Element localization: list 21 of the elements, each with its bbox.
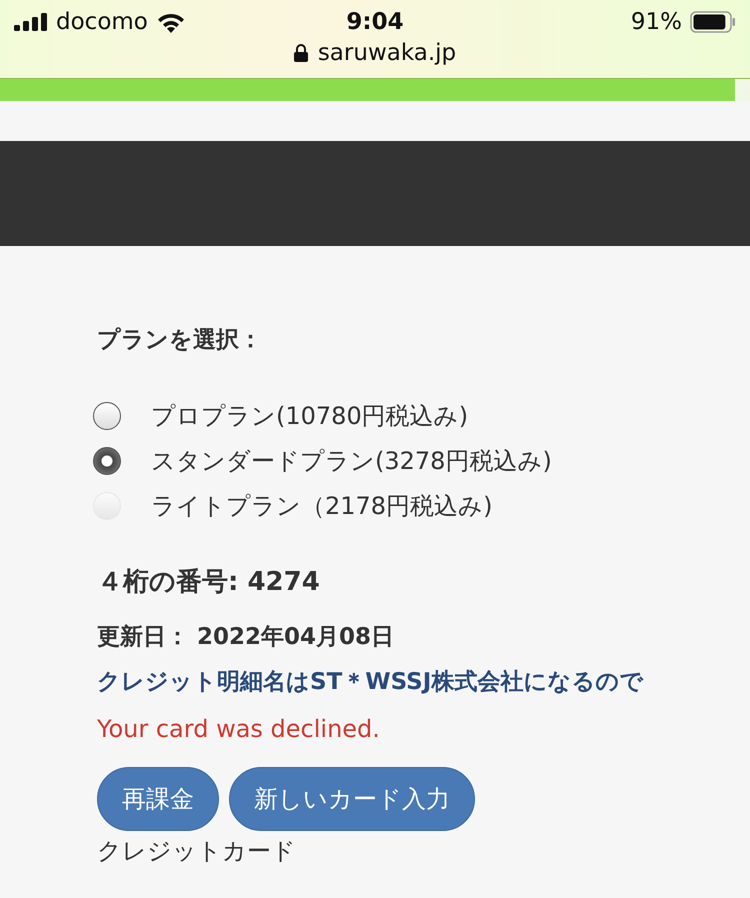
- url-text[interactable]: saruwaka.jp: [318, 40, 456, 66]
- action-button[interactable]: 再課金: [97, 767, 219, 831]
- billing-notice: クレジット明細名はST＊WSSJ株式会社になるので: [97, 668, 644, 697]
- radio-button[interactable]: [93, 446, 121, 474]
- renewal-date: 更新日： 2022年04月08日: [97, 623, 396, 652]
- battery-icon: [690, 11, 736, 33]
- plan-option-label: プロプラン(10780円税込み): [151, 400, 468, 432]
- battery-percent: 91%: [630, 9, 682, 35]
- signal-icon: [14, 13, 48, 31]
- wifi-icon: [156, 11, 186, 33]
- plan-option-label: スタンダードプラン(3278円税込み): [151, 446, 552, 476]
- credit-card-label: クレジットカード: [97, 836, 297, 867]
- lock-icon: [294, 44, 308, 62]
- plan-option-label: ライトプラン（2178円税込み): [151, 490, 492, 522]
- error-message: Your card was declined.: [97, 715, 381, 743]
- carrier-name: docomo: [56, 9, 148, 35]
- action-button[interactable]: 新しいカード入力: [229, 767, 475, 831]
- radio-button[interactable]: [93, 402, 121, 430]
- plan-heading: プランを選択：: [97, 326, 263, 355]
- card-digits: ４桁の番号: 4274: [97, 566, 321, 599]
- clock-time: 9:04: [346, 9, 404, 35]
